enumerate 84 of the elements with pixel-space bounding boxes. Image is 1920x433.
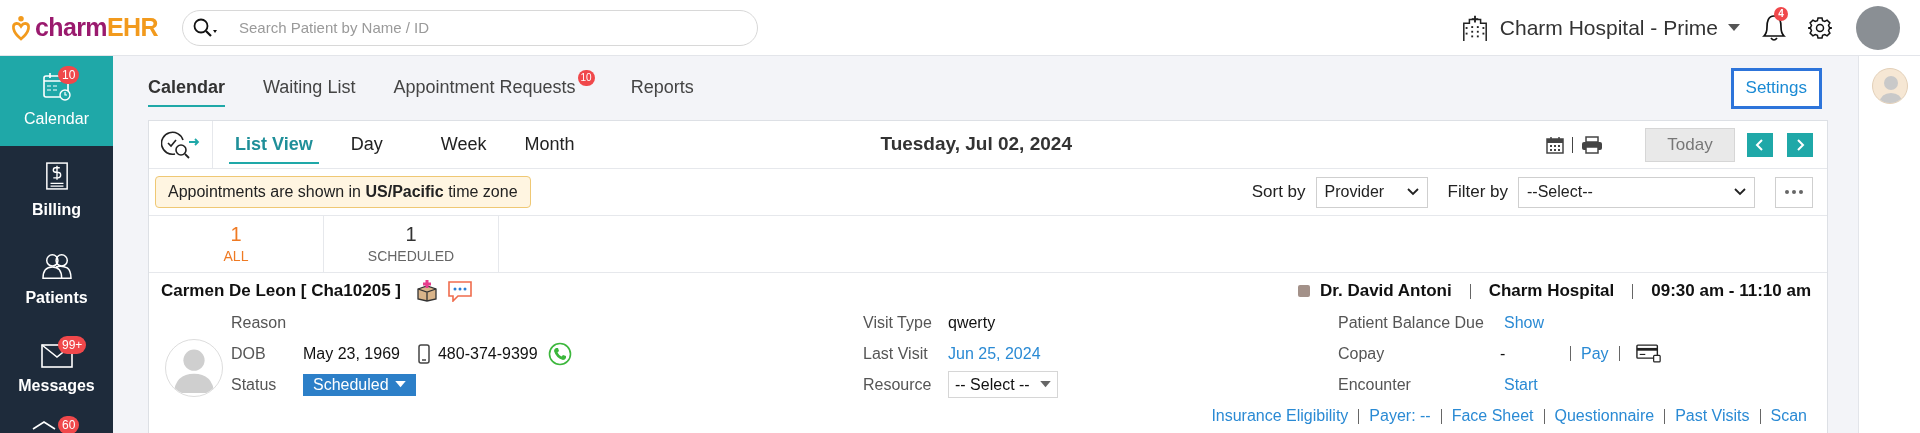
action-link[interactable]: Questionnaire bbox=[1554, 404, 1655, 428]
resource-select[interactable]: -- Select -- bbox=[948, 371, 1058, 398]
view-tab[interactable]: Month bbox=[518, 125, 581, 164]
count-badge: 99+ bbox=[58, 336, 87, 354]
status-dropdown[interactable]: Scheduled bbox=[303, 373, 416, 396]
field-label: Filter by bbox=[1447, 181, 1508, 204]
field-label: Copay bbox=[1338, 343, 1386, 364]
tab[interactable]: Waiting List bbox=[263, 69, 356, 107]
field-label: Resource bbox=[863, 374, 933, 395]
sidebar-item[interactable]: Patients bbox=[0, 236, 113, 326]
sort-by-select[interactable]: Provider bbox=[1315, 176, 1428, 208]
tab[interactable]: Reports bbox=[630, 69, 694, 107]
settings-button[interactable]: Settings bbox=[1730, 67, 1822, 109]
printer-icon[interactable] bbox=[1581, 135, 1603, 154]
location-dropdown[interactable]: Charm Hospital - Prime bbox=[1499, 11, 1740, 44]
dob-value: May 23, 1969 bbox=[303, 343, 400, 364]
more-icon bbox=[1785, 190, 1803, 194]
field-label: Status bbox=[231, 374, 278, 395]
facility-name: Charm Hospital bbox=[1488, 280, 1615, 303]
people-icon bbox=[40, 252, 73, 280]
view-tab[interactable]: Day bbox=[344, 125, 389, 164]
start-link[interactable]: Start bbox=[1504, 372, 1538, 397]
chevron-icon bbox=[1734, 188, 1746, 196]
more-button[interactable] bbox=[1775, 176, 1813, 208]
tab[interactable]: Appointment Requests bbox=[393, 69, 576, 107]
count-badge: 60 bbox=[58, 416, 80, 433]
show-link[interactable]: Show bbox=[1504, 310, 1545, 335]
view-tab[interactable]: List View bbox=[229, 125, 319, 164]
previous-button[interactable] bbox=[1747, 132, 1773, 157]
receipt-icon bbox=[44, 160, 69, 192]
clock-search-icon[interactable] bbox=[160, 129, 201, 160]
last-visit-link[interactable]: Jun 25, 2024 bbox=[948, 341, 1041, 366]
provider-name: Dr. David Antoni bbox=[1320, 280, 1452, 303]
today-button[interactable]: Today bbox=[1645, 127, 1735, 162]
action-link[interactable]: Face Sheet bbox=[1451, 404, 1534, 428]
settings-icon[interactable] bbox=[1808, 15, 1832, 40]
caret-icon bbox=[1040, 381, 1051, 388]
field-label: Visit Type bbox=[863, 312, 933, 333]
count-badge: 10 bbox=[577, 70, 595, 86]
logo-heart-icon bbox=[10, 14, 32, 41]
timezone-notice: Appointments are shown in US/Pacific time zone bbox=[155, 176, 531, 208]
action-link[interactable]: Payer: -- bbox=[1369, 404, 1431, 428]
logo-text: charmEHR bbox=[35, 11, 158, 43]
calendar-icon[interactable] bbox=[1546, 135, 1564, 154]
box-plus-icon[interactable] bbox=[414, 280, 439, 302]
caret-icon bbox=[1728, 23, 1740, 32]
next-button[interactable] bbox=[1787, 132, 1813, 157]
visit-type-value: qwerty bbox=[948, 312, 996, 333]
count-tab[interactable]: 1 ALL bbox=[149, 216, 324, 272]
caret-icon bbox=[394, 381, 406, 388]
pay-link[interactable]: Pay bbox=[1581, 341, 1609, 366]
notification-badge: 4 bbox=[1774, 6, 1788, 21]
field-label: Reason bbox=[231, 312, 287, 333]
field-label: Patient Balance Due bbox=[1338, 312, 1485, 333]
sidebar-item[interactable]: Billing bbox=[0, 146, 113, 236]
action-link[interactable]: Scan bbox=[1770, 404, 1807, 428]
appointment-time: 09:30 am - 11:10 am bbox=[1651, 280, 1811, 303]
phone-number: 480-374-9399 bbox=[437, 343, 538, 364]
user-avatar[interactable] bbox=[1856, 5, 1900, 50]
search-field[interactable]: Search Patient by Name / ID bbox=[182, 9, 758, 46]
sidebar-item[interactable]: Calendar 10 bbox=[0, 56, 113, 146]
view-tab[interactable]: Week bbox=[434, 125, 493, 164]
date-heading: Tuesday, Jul 02, 2024 bbox=[880, 132, 1072, 157]
field-label: DOB bbox=[231, 343, 267, 364]
search-icon[interactable] bbox=[192, 16, 218, 39]
field-label: Last Visit bbox=[863, 343, 929, 364]
sidebar-item[interactable]: 60 bbox=[0, 416, 113, 433]
action-link[interactable]: Insurance Eligibility bbox=[1211, 404, 1349, 428]
chat-icon[interactable] bbox=[446, 280, 473, 302]
credit-card-icon[interactable] bbox=[1635, 344, 1662, 363]
mobile-phone-icon bbox=[417, 343, 430, 364]
sidebar-item-icon bbox=[32, 421, 56, 430]
count-badge: 10 bbox=[58, 66, 80, 84]
patient-name: Carmen De Leon [ Cha10205 ] bbox=[161, 280, 401, 303]
field-label: Encounter bbox=[1338, 374, 1412, 395]
count-tab[interactable]: 1 SCHEDULED bbox=[324, 216, 499, 272]
action-link[interactable]: Past Visits bbox=[1675, 404, 1750, 428]
tab[interactable]: Calendar bbox=[148, 69, 226, 107]
filter-by-select[interactable]: --Select-- bbox=[1518, 176, 1755, 208]
field-label: Sort by bbox=[1251, 181, 1306, 204]
sidebar-item[interactable]: Messages 99+ bbox=[0, 326, 113, 416]
phone-call-icon[interactable] bbox=[547, 341, 572, 366]
chevron-icon bbox=[1406, 188, 1419, 196]
copay-value: - bbox=[1500, 343, 1507, 364]
